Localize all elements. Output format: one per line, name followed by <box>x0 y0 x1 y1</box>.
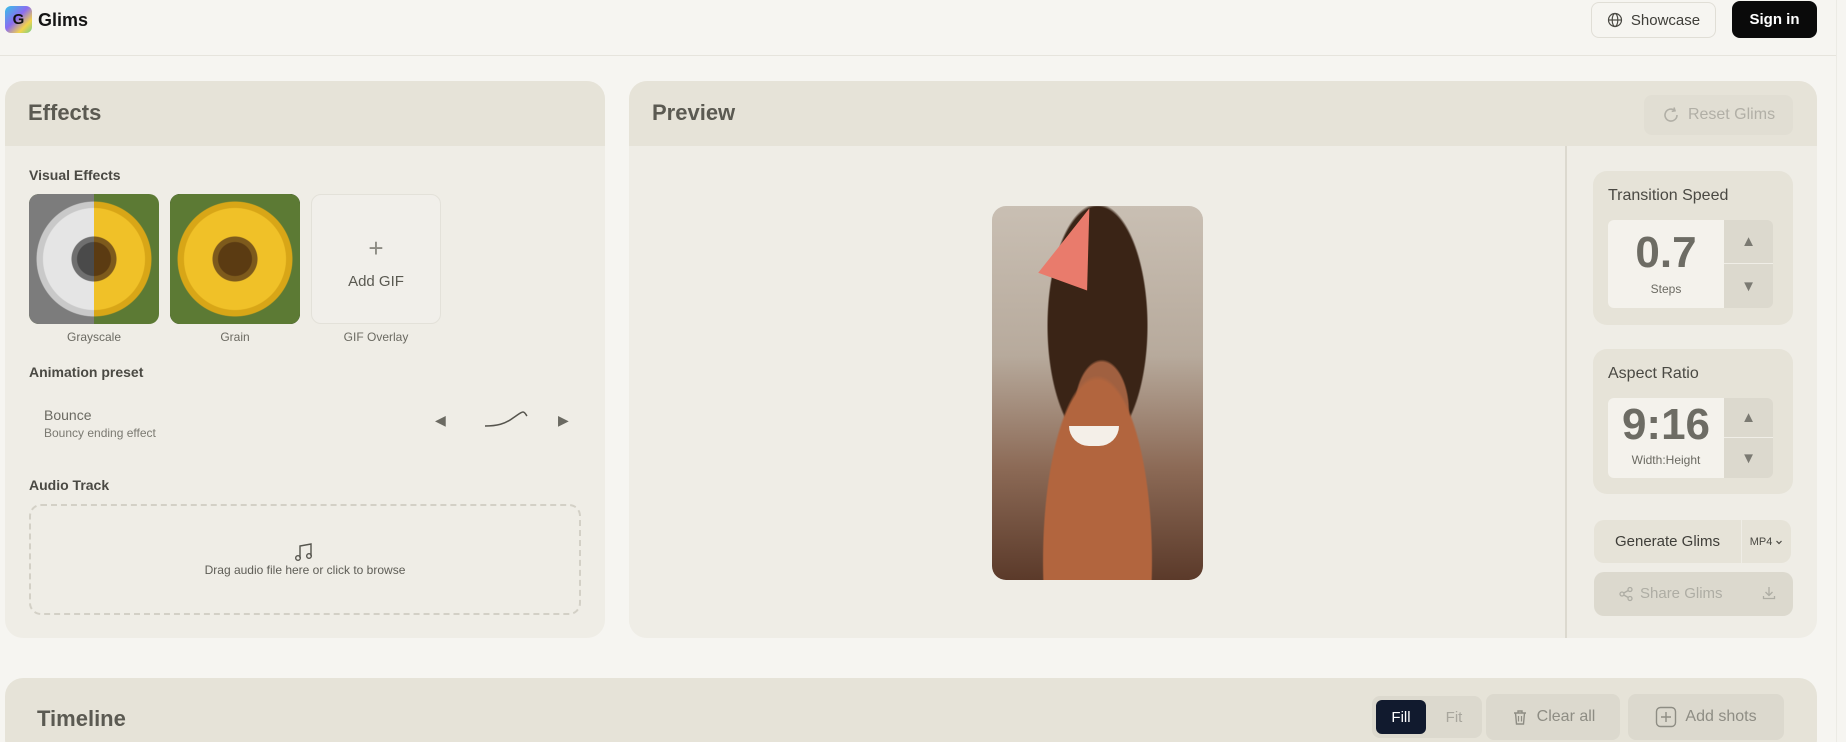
format-dropdown[interactable]: MP4 <box>1742 520 1791 563</box>
reset-label: Reset Glims <box>1687 106 1776 123</box>
add-gif-button[interactable]: + Add GIF <box>311 194 441 324</box>
transition-speed-title: Transition Speed <box>1608 187 1729 204</box>
previous-ratio-button[interactable]: ▼ <box>1724 438 1773 478</box>
preview-title: Preview <box>652 100 736 125</box>
top-bar: G Glims Showcase Sign in <box>0 0 1846 56</box>
fit-option[interactable]: Fit <box>1430 700 1478 734</box>
bounce-curve-icon <box>484 411 528 427</box>
preset-name: Bounce <box>44 407 92 423</box>
transition-speed-stepper: ▲ ▼ <box>1724 220 1773 308</box>
party-hat <box>1038 206 1114 291</box>
plus-icon: + <box>368 233 384 263</box>
share-content: Share Glims <box>1618 585 1723 602</box>
effects-panel: Effects Visual Effects Grayscale Grain +… <box>5 81 605 638</box>
visual-effects-label: Visual Effects <box>29 167 121 183</box>
previous-preset-button[interactable]: ◀ <box>435 412 446 429</box>
clear-all-label: Clear all <box>1536 708 1596 725</box>
fill-option[interactable]: Fill <box>1376 700 1426 734</box>
timeline-title: Timeline <box>37 706 126 731</box>
generate-glims-button[interactable]: Generate Glims <box>1594 520 1741 563</box>
sign-in-button[interactable]: Sign in <box>1732 1 1817 38</box>
sunflower-image <box>170 194 300 324</box>
transition-speed-unit: Steps <box>1650 282 1682 296</box>
aspect-ratio-stepper: ▲ ▼ <box>1724 398 1773 478</box>
transition-speed-value: 0.7 <box>1635 228 1697 277</box>
add-shots-label: Add shots <box>1685 708 1757 725</box>
audio-track-label: Audio Track <box>29 477 110 493</box>
preview-panel: Preview Reset Glims Transition Speed 0.7… <box>629 81 1817 638</box>
aspect-ratio-value-box: 9:16 Width:Height <box>1608 398 1724 478</box>
increase-speed-button[interactable]: ▲ <box>1724 220 1773 264</box>
grayscale-caption: Grayscale <box>66 330 122 344</box>
smile <box>1069 426 1119 446</box>
add-square-icon <box>1656 706 1677 728</box>
transition-speed-value-box: 0.7 Steps <box>1608 220 1724 308</box>
timeline-panel: Timeline Fill Fit Clear all Add shots <box>5 678 1817 742</box>
trash-icon <box>1513 710 1526 725</box>
preview-canvas <box>629 146 1567 638</box>
transition-speed-card: Transition Speed 0.7 Steps ▲ ▼ <box>1593 171 1793 325</box>
effects-header: Effects <box>5 81 605 146</box>
next-preset-button[interactable]: ▶ <box>558 412 569 429</box>
page-scrollbar[interactable] <box>1836 0 1846 742</box>
effects-title: Effects <box>28 100 102 125</box>
audio-dropzone[interactable]: Drag audio file here or click to browse <box>29 504 581 615</box>
format-label: MP4 <box>1749 535 1773 548</box>
grayscale-effect-thumbnail[interactable] <box>29 194 159 324</box>
download-icon[interactable] <box>1761 585 1777 601</box>
add-gif-label: Add GIF <box>348 273 404 290</box>
preview-header: Preview Reset Glims <box>629 81 1817 146</box>
reset-glims-button[interactable]: Reset Glims <box>1644 95 1793 135</box>
grain-caption: Grain <box>220 330 250 344</box>
aspect-ratio-unit: Width:Height <box>1631 453 1701 467</box>
preset-description: Bouncy ending effect <box>44 426 156 440</box>
logo-letter: G <box>12 11 25 28</box>
share-glims-button[interactable]: Share Glims <box>1594 572 1793 616</box>
add-shots-button[interactable]: Add shots <box>1628 694 1784 740</box>
clear-all-button[interactable]: Clear all <box>1486 694 1620 740</box>
animation-preset-label: Animation preset <box>29 364 144 380</box>
grayscale-half <box>29 194 94 324</box>
preview-photo <box>992 206 1203 580</box>
music-note-icon <box>295 543 312 561</box>
aspect-ratio-value: 9:16 <box>1621 400 1711 449</box>
chevron-down-icon <box>1776 540 1783 544</box>
fill-fit-toggle: Fill Fit <box>1372 696 1482 738</box>
globe-icon <box>1607 12 1622 28</box>
next-ratio-button[interactable]: ▲ <box>1724 398 1773 438</box>
brand-name[interactable]: Glims <box>38 10 88 31</box>
grain-effect-thumbnail[interactable] <box>170 194 300 324</box>
share-icon <box>1619 586 1633 601</box>
showcase-button[interactable]: Showcase <box>1591 2 1716 38</box>
refresh-icon <box>1664 107 1678 122</box>
glims-logo[interactable]: G <box>5 6 32 33</box>
showcase-label: Showcase <box>1630 11 1701 29</box>
gif-overlay-caption: GIF Overlay <box>343 330 409 344</box>
aspect-ratio-title: Aspect Ratio <box>1608 365 1699 382</box>
share-label: Share Glims <box>1640 585 1723 602</box>
aspect-ratio-card: Aspect Ratio 9:16 Width:Height ▲ ▼ <box>1593 349 1793 494</box>
dropzone-text: Drag audio file here or click to browse <box>204 563 406 577</box>
decrease-speed-button[interactable]: ▼ <box>1724 264 1773 308</box>
